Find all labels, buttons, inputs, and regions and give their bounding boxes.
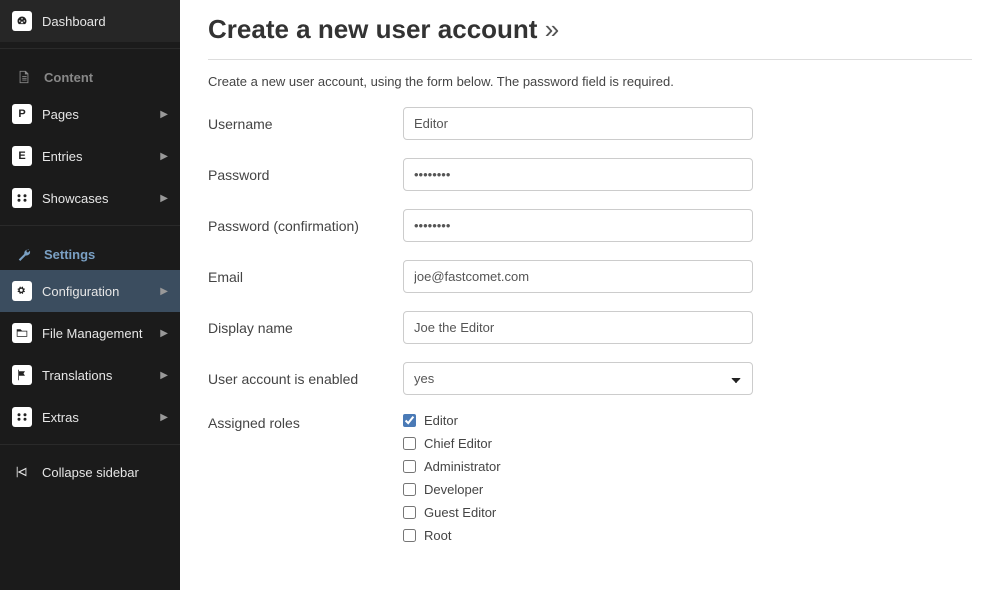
sidebar-item-configuration[interactable]: Configuration ▶	[0, 270, 180, 312]
chevron-right-icon: »	[545, 14, 559, 44]
role-checkbox[interactable]	[403, 437, 416, 450]
sidebar-item-file-management[interactable]: File Management ▶	[0, 312, 180, 354]
wrench-icon	[14, 244, 34, 264]
chevron-right-icon: ▶	[160, 109, 168, 120]
sidebar-item-dashboard[interactable]: Dashboard	[0, 0, 180, 42]
role-item[interactable]: Developer	[403, 482, 501, 497]
form-row-displayname: Display name	[208, 311, 972, 344]
form-row-email: Email	[208, 260, 972, 293]
form-row-password-confirm: Password (confirmation)	[208, 209, 972, 242]
sidebar-label: Showcases	[42, 191, 160, 206]
field-label: Email	[208, 269, 403, 285]
role-item[interactable]: Chief Editor	[403, 436, 501, 451]
sidebar-label: Configuration	[42, 284, 160, 299]
flag-icon	[12, 365, 32, 385]
folder-icon	[12, 323, 32, 343]
sidebar-item-extras[interactable]: Extras ▶	[0, 396, 180, 438]
role-label: Administrator	[424, 459, 501, 474]
field-label: Assigned roles	[208, 413, 403, 431]
extras-icon	[12, 407, 32, 427]
showcases-icon	[12, 188, 32, 208]
sidebar-heading-settings: Settings	[0, 232, 180, 270]
chevron-right-icon: ▶	[160, 412, 168, 423]
role-item[interactable]: Root	[403, 528, 501, 543]
sidebar: Dashboard Content P Pages ▶ E Entries ▶ …	[0, 0, 180, 590]
displayname-input[interactable]	[403, 311, 753, 344]
entries-icon: E	[12, 146, 32, 166]
field-label: Username	[208, 116, 403, 132]
document-icon	[14, 67, 34, 87]
role-label: Root	[424, 528, 451, 543]
sidebar-item-showcases[interactable]: Showcases ▶	[0, 177, 180, 219]
sidebar-label: Extras	[42, 410, 160, 425]
field-label: Password (confirmation)	[208, 218, 403, 234]
sidebar-item-collapse[interactable]: Collapse sidebar	[0, 451, 180, 493]
chevron-right-icon: ▶	[160, 370, 168, 381]
divider	[208, 59, 972, 60]
sidebar-item-pages[interactable]: P Pages ▶	[0, 93, 180, 135]
pages-icon: P	[12, 104, 32, 124]
form-row-password: Password	[208, 158, 972, 191]
sidebar-label: Translations	[42, 368, 160, 383]
role-checkbox[interactable]	[403, 460, 416, 473]
sidebar-label: File Management	[42, 326, 160, 341]
divider	[0, 48, 180, 49]
role-label: Developer	[424, 482, 483, 497]
form-row-username: Username	[208, 107, 972, 140]
enabled-select[interactable]: yes	[403, 362, 753, 395]
username-input[interactable]	[403, 107, 753, 140]
sidebar-label: Collapse sidebar	[42, 465, 168, 480]
chevron-right-icon: ▶	[160, 151, 168, 162]
password-input[interactable]	[403, 158, 753, 191]
field-label: Password	[208, 167, 403, 183]
app-root: Dashboard Content P Pages ▶ E Entries ▶ …	[0, 0, 1000, 590]
roles-list: Editor Chief Editor Administrator Developer…	[403, 413, 501, 543]
chevron-right-icon: ▶	[160, 286, 168, 297]
collapse-icon	[12, 462, 32, 482]
role-checkbox[interactable]	[403, 414, 416, 427]
divider	[0, 225, 180, 226]
chevron-right-icon: ▶	[160, 193, 168, 204]
sidebar-item-translations[interactable]: Translations ▶	[0, 354, 180, 396]
gears-icon	[12, 281, 32, 301]
dashboard-icon	[12, 11, 32, 31]
password-confirm-input[interactable]	[403, 209, 753, 242]
page-title: Create a new user account »	[208, 14, 972, 45]
divider	[0, 444, 180, 445]
role-item[interactable]: Guest Editor	[403, 505, 501, 520]
chevron-right-icon: ▶	[160, 328, 168, 339]
role-label: Editor	[424, 413, 458, 428]
role-label: Chief Editor	[424, 436, 492, 451]
role-label: Guest Editor	[424, 505, 496, 520]
role-item[interactable]: Administrator	[403, 459, 501, 474]
form-row-roles: Assigned roles Editor Chief Editor Adminis…	[208, 413, 972, 543]
role-checkbox[interactable]	[403, 483, 416, 496]
field-label: Display name	[208, 320, 403, 336]
form-row-enabled: User account is enabled yes	[208, 362, 972, 395]
sidebar-label: Entries	[42, 149, 160, 164]
role-checkbox[interactable]	[403, 529, 416, 542]
main-content: Create a new user account » Create a new…	[180, 0, 1000, 590]
sidebar-label: Dashboard	[42, 14, 168, 29]
role-item[interactable]: Editor	[403, 413, 501, 428]
sidebar-heading-content: Content	[0, 55, 180, 93]
intro-text: Create a new user account, using the for…	[208, 74, 972, 89]
role-checkbox[interactable]	[403, 506, 416, 519]
sidebar-item-entries[interactable]: E Entries ▶	[0, 135, 180, 177]
field-label: User account is enabled	[208, 371, 403, 387]
sidebar-label: Pages	[42, 107, 160, 122]
email-input[interactable]	[403, 260, 753, 293]
